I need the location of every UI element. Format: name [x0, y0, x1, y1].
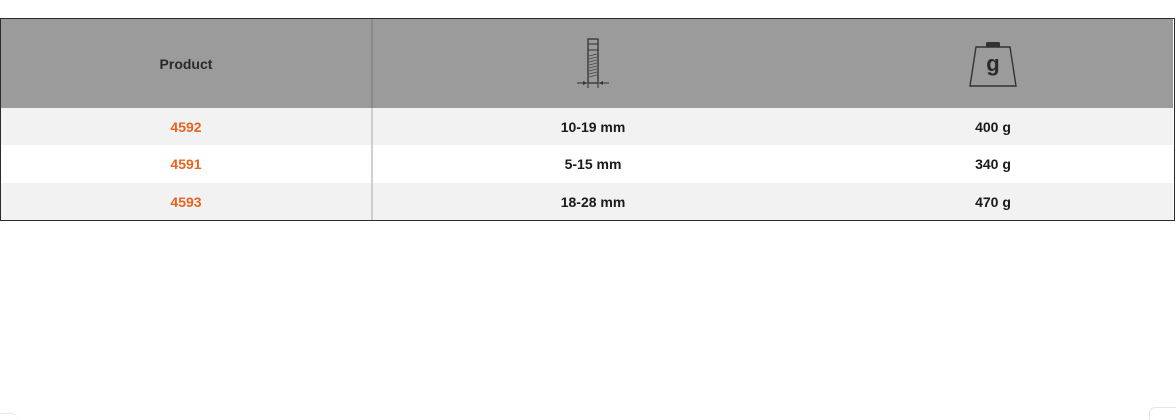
weight-cell: 470 g: [813, 183, 1173, 220]
weight-cell: 400 g: [813, 108, 1173, 145]
product-link-4591[interactable]: 4591: [1, 145, 373, 183]
table-header: Product g: [1, 19, 1173, 108]
weight-icon: g: [968, 40, 1018, 88]
capacity-cell: 18-28 mm: [372, 183, 813, 220]
table-row: 4591 5-15 mm 340 g: [1, 145, 1173, 183]
product-spec-table: Product g 4592 10-19 mm 400 g 4591 5-15 …: [1, 19, 1174, 220]
header-weight: g: [813, 19, 1173, 108]
product-link-4592[interactable]: 4592: [1, 108, 373, 145]
header-product: Product: [1, 19, 373, 108]
scroll-edge-right: [1149, 407, 1176, 420]
weight-cell: 340 g: [813, 145, 1173, 183]
product-link-4593[interactable]: 4593: [1, 183, 373, 220]
header-capacity: [372, 19, 813, 108]
capacity-cell: 5-15 mm: [372, 145, 813, 183]
table-row: 4592 10-19 mm 400 g: [1, 108, 1173, 145]
header-row: Product g: [1, 19, 1173, 108]
pipe-diameter-icon: [575, 36, 611, 91]
table-body: 4592 10-19 mm 400 g 4591 5-15 mm 340 g 4…: [1, 108, 1173, 220]
table-row: 4593 18-28 mm 470 g: [1, 183, 1173, 220]
scroll-edge-left: [0, 413, 18, 420]
capacity-cell: 10-19 mm: [372, 108, 813, 145]
product-table: Product g 4592 10-19 mm 400 g 4591 5-15 …: [0, 18, 1175, 221]
weight-icon-letter: g: [986, 50, 1000, 76]
